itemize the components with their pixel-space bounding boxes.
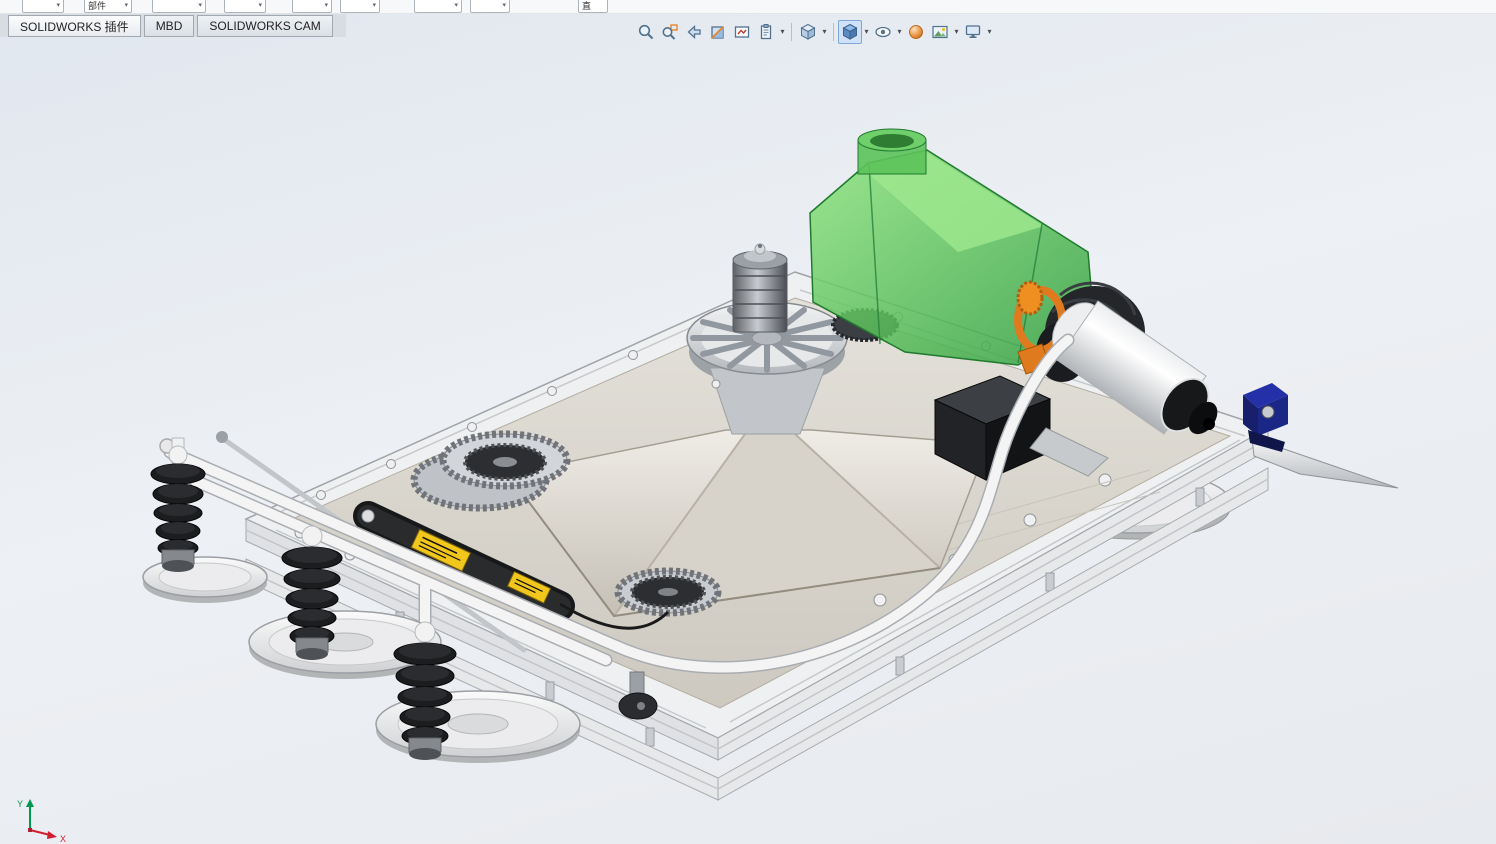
zoom-to-area-icon [662,24,678,40]
hide-show-items-button[interactable] [871,20,895,44]
ribbon-strip-clipped: ▾ 部件 ▾ ▾ ▾ ▾ ▾ ▾ ▾ 直 [0,0,1496,14]
toolbar-separator [791,23,792,41]
annotations-icon [760,24,772,40]
apply-scene-button[interactable] [928,20,952,44]
triad-origin [28,828,32,832]
ribbon-partial-control[interactable]: ▾ [152,0,206,13]
zoom-to-fit-button[interactable] [634,20,658,44]
triad-x-label: X [60,834,66,844]
view-settings-monitor-icon [965,25,981,38]
tab-solidworks-cam[interactable]: SOLIDWORKS CAM [197,15,333,37]
previous-view-icon [687,25,701,39]
3d-drawing-view-button[interactable] [730,20,754,44]
tab-mbd[interactable]: MBD [143,15,195,37]
hide-show-dropdown-caret[interactable]: ▾ [895,20,904,44]
ribbon-partial-control[interactable]: ▾ [224,0,266,13]
edit-appearance-button[interactable] [904,20,928,44]
display-style-shaded-cube-icon [842,23,858,40]
zoom-to-fit-icon [638,24,654,40]
view-settings-button[interactable] [961,20,985,44]
3d-drawing-view-icon [734,26,750,38]
ribbon-partial-control[interactable]: ▾ [414,0,462,13]
heads-up-view-toolbar: ▾ ▾ ▾ ▾ ▾ ▾ [634,19,994,45]
tab-solidworks-addins[interactable]: SOLIDWORKS 插件 [8,15,141,37]
ribbon-partial-control[interactable]: ▾ [22,0,64,13]
ribbon-partial-control[interactable]: ▾ [340,0,380,13]
annotations-button[interactable] [754,20,778,44]
apply-scene-icon [932,25,948,39]
previous-view-button[interactable] [682,20,706,44]
section-view-icon [711,26,724,39]
ribbon-partial-control[interactable]: ▾ [470,0,510,13]
ribbon-partial-control[interactable]: ▾ [292,0,332,13]
toolbar-separator [833,23,834,41]
hide-show-eye-icon [875,26,891,38]
orientation-triad: Y X [17,799,66,844]
section-view-button[interactable] [706,20,730,44]
annotations-dropdown-caret[interactable]: ▾ [778,20,787,44]
view-orientation-cube-icon [800,23,816,40]
solidworks-window: ▾ 部件 ▾ ▾ ▾ ▾ ▾ ▾ ▾ 直 SOLIDWORKS 插件 MBD SO… [0,0,1496,844]
ribbon-partial-control-vertical[interactable]: 直 [578,0,608,13]
apply-scene-dropdown-caret[interactable]: ▾ [952,20,961,44]
zoom-to-area-button[interactable] [658,20,682,44]
graphics-area-background[interactable] [0,14,1496,844]
display-style-dropdown-caret[interactable]: ▾ [862,20,871,44]
edit-appearance-sphere-icon [909,25,923,39]
view-orientation-button[interactable] [796,20,820,44]
display-style-button[interactable] [838,20,862,44]
view-orientation-dropdown-caret[interactable]: ▾ [820,20,829,44]
view-settings-dropdown-caret[interactable]: ▾ [985,20,994,44]
triad-y-label: Y [17,799,23,809]
ribbon-partial-control-component[interactable]: 部件 ▾ [84,0,132,13]
command-manager-tabs: SOLIDWORKS 插件 MBD SOLIDWORKS CAM [0,14,346,37]
